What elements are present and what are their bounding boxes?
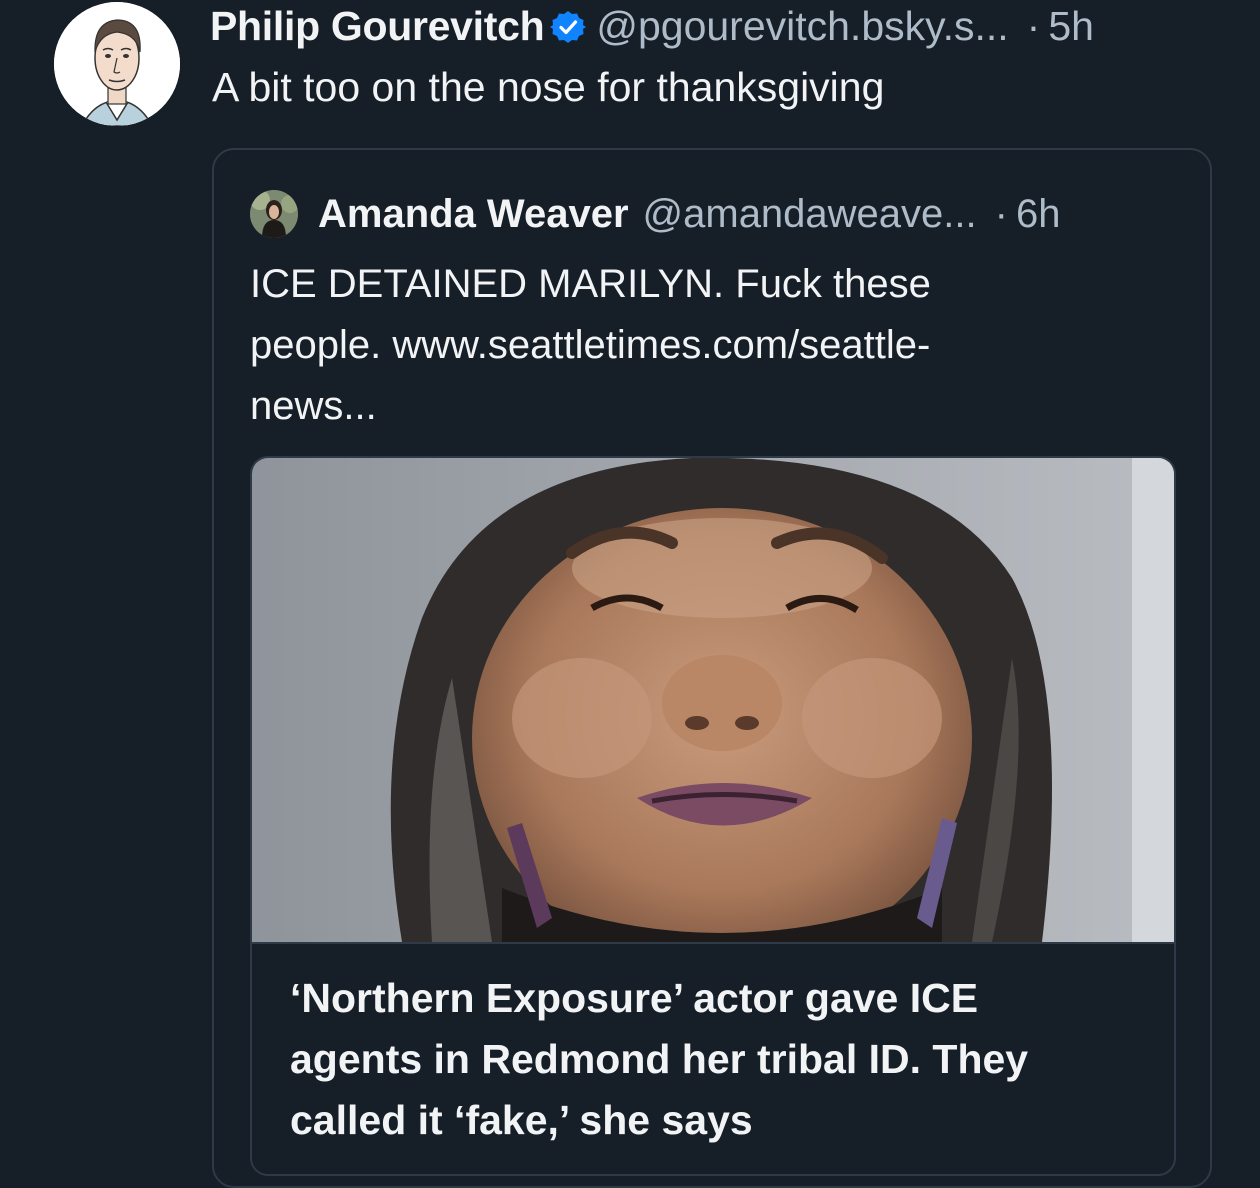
caricature-avatar-icon xyxy=(54,2,180,126)
quoted-author-handle[interactable]: @amandaweave... xyxy=(643,192,977,237)
quoted-author-display-name[interactable]: Amanda Weaver xyxy=(318,192,629,237)
quoted-text-line-link[interactable]: news... xyxy=(250,376,1150,437)
quoted-author-avatar[interactable] xyxy=(250,190,298,238)
separator-dot: · xyxy=(1026,2,1041,49)
quoted-text-line: ICE DETAINED MARILYN. Fuck these xyxy=(250,262,931,306)
post-header: Philip Gourevitch @pgourevitch.bsky.s...… xyxy=(210,0,1094,52)
card-divider xyxy=(252,942,1174,944)
quoted-post-timestamp[interactable]: 6h xyxy=(1016,192,1061,237)
author-display-name[interactable]: Philip Gourevitch xyxy=(210,3,545,50)
quoted-text-line-link[interactable]: people. www.seattletimes.com/seattle- xyxy=(250,315,1150,376)
post-text: A bit too on the nose for thanksgiving xyxy=(212,64,885,110)
quoted-post-header: Amanda Weaver @amandaweave... · 6h xyxy=(250,188,1060,240)
post-timestamp[interactable]: 5h xyxy=(1048,3,1094,50)
separator-dot: · xyxy=(994,191,1008,236)
author-handle[interactable]: @pgourevitch.bsky.s... xyxy=(596,3,1008,50)
feed-post[interactable]: Philip Gourevitch @pgourevitch.bsky.s...… xyxy=(0,0,1260,1188)
quoted-post[interactable]: Amanda Weaver @amandaweave... · 6h ICE D… xyxy=(212,148,1212,1188)
title-line: ‘Northern Exposure’ actor gave ICE xyxy=(290,975,979,1021)
link-preview-title[interactable]: ‘Northern Exposure’ actor gave ICE agent… xyxy=(290,968,1150,1151)
quoted-post-text: ICE DETAINED MARILYN. Fuck these people.… xyxy=(250,254,1150,437)
link-preview-image[interactable] xyxy=(252,458,1174,942)
title-line: agents in Redmond her tribal ID. They xyxy=(290,1036,1029,1082)
author-avatar[interactable] xyxy=(54,2,180,126)
photo-avatar-icon xyxy=(250,190,298,238)
photo-of-smiling-woman xyxy=(252,458,1174,942)
title-line: called it ‘fake,’ she says xyxy=(290,1097,753,1143)
verified-badge-icon[interactable] xyxy=(550,8,587,44)
link-preview-card[interactable]: ‘Northern Exposure’ actor gave ICE agent… xyxy=(250,456,1176,1176)
